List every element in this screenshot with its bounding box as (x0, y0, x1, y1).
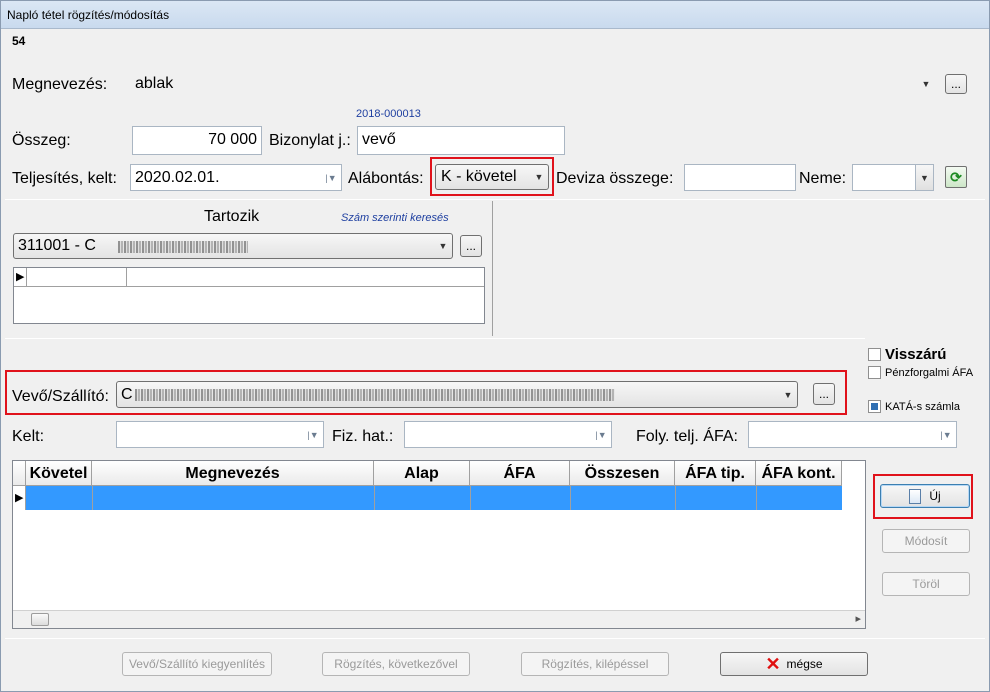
bizonylat-input[interactable]: vevő (357, 126, 565, 155)
new-document-icon (909, 488, 922, 504)
folyteljafa-date-input[interactable]: |▼ (748, 421, 957, 448)
separator (5, 638, 985, 639)
penzforgalmi-checkbox[interactable]: Pénzforgalmi ÁFA (868, 366, 973, 379)
tartozik-account-value: 311001 - C (18, 237, 96, 254)
calendar-dropdown-icon[interactable]: |▼ (593, 422, 609, 447)
row-marker-icon: ▶ (16, 271, 25, 283)
column-header-afa[interactable]: ÁFA (470, 461, 570, 486)
osszeg-label: Összeg: (12, 132, 71, 149)
kata-checkbox-box[interactable] (868, 400, 881, 413)
kata-label: KATÁ-s számla (885, 400, 960, 413)
table-row[interactable]: ▶ (13, 486, 842, 510)
tartozik-grid[interactable]: ▶ (13, 267, 485, 324)
kata-checkbox[interactable]: KATÁ-s számla (868, 400, 960, 413)
alabontas-value: K - követel (441, 168, 517, 185)
megnevezes-browse-button[interactable]: ... (945, 74, 967, 94)
redacted-account-name (118, 241, 248, 253)
tetelek-grid[interactable]: Követel Megnevezés Alap ÁFA Összesen ÁFA… (12, 460, 866, 629)
grid-divider (570, 486, 571, 510)
neme-select[interactable]: ▼ (852, 164, 934, 191)
row-marker-icon: ▶ (13, 486, 26, 510)
partner-select[interactable]: C ▼ (116, 381, 798, 408)
neme-label: Neme: (799, 170, 847, 187)
column-header-megnevezes[interactable]: Megnevezés (92, 461, 374, 486)
redacted-partner-name (135, 389, 615, 401)
visszaru-checkbox-box[interactable] (868, 348, 881, 361)
column-header-osszesen[interactable]: Összesen (570, 461, 675, 486)
teljesites-value: 2020.02.01. (135, 169, 220, 186)
chevron-down-icon: ▼ (534, 172, 544, 182)
megse-button[interactable]: ✕ mégse (720, 652, 868, 676)
column-header-kovetel[interactable]: Követel (26, 461, 92, 486)
deviza-label: Deviza összege: (556, 170, 674, 187)
tartozik-browse-button[interactable]: ... (460, 235, 482, 257)
penzforgalmi-label: Pénzforgalmi ÁFA (885, 366, 974, 379)
tartozik-account-select[interactable]: 311001 - C ▼ (13, 233, 453, 259)
kelt-date-input[interactable]: |▼ (116, 421, 324, 448)
partner-value: C (121, 385, 133, 403)
penzforgalmi-checkbox-box[interactable] (868, 366, 881, 379)
szam-szerinti-kereses-link[interactable]: Szám szerinti keresés (341, 212, 449, 224)
chevron-down-icon: ▼ (438, 241, 448, 251)
selected-row-highlight (26, 486, 842, 510)
fizhat-label: Fiz. hat.: (332, 428, 394, 445)
folyteljafa-label: Foly. telj. ÁFA: (636, 428, 738, 445)
bizonylat-hint: 2018-000013 (356, 108, 421, 120)
osszeg-input[interactable]: 70 000 (132, 126, 262, 155)
modosit-button[interactable]: Módosít (882, 529, 970, 553)
teljesites-label: Teljesítés, kelt: (12, 170, 117, 187)
window-title: Napló tétel rögzítés/módosítás (1, 1, 989, 29)
column-header-afa-tip[interactable]: ÁFA tip. (675, 461, 756, 486)
grid-divider (26, 268, 27, 287)
calendar-dropdown-icon[interactable]: |▼ (323, 165, 339, 190)
scroll-right-icon[interactable]: ▸ (855, 612, 861, 625)
record-number: 54 (12, 34, 26, 48)
horizontal-scrollbar[interactable]: ▸ (13, 610, 865, 628)
refresh-icon[interactable]: ⟳ (945, 166, 967, 188)
uj-button[interactable]: Új (880, 484, 970, 508)
megnevezes-label: Megnevezés: (12, 76, 108, 93)
chevron-down-icon: ▼ (915, 165, 933, 190)
uj-label: Új (929, 489, 941, 503)
alabontas-label: Alábontás: (348, 170, 424, 187)
grid-divider (470, 486, 471, 510)
scrollbar-thumb[interactable] (31, 613, 49, 626)
teljesites-date-input[interactable]: 2020.02.01. |▼ (130, 164, 342, 191)
grid-row-header (13, 461, 26, 486)
rogzites-kovetkezovel-button[interactable]: Rögzítés, következővel (322, 652, 470, 676)
calendar-dropdown-icon[interactable]: |▼ (938, 422, 954, 447)
kelt-label: Kelt: (12, 428, 45, 445)
calendar-dropdown-icon[interactable]: |▼ (305, 422, 321, 447)
separator (5, 199, 985, 200)
tartozik-grid-row[interactable] (14, 268, 484, 287)
torol-button[interactable]: Töröl (882, 572, 970, 596)
megnevezes-value: ablak (135, 75, 174, 92)
grid-divider (675, 486, 676, 510)
grid-divider (126, 268, 127, 287)
grid-divider (374, 486, 375, 510)
chevron-down-icon[interactable]: ▼ (917, 71, 935, 97)
grid-divider (756, 486, 757, 510)
fizhat-date-input[interactable]: |▼ (404, 421, 612, 448)
close-icon: ✕ (765, 654, 781, 674)
rogzites-kilepessel-button[interactable]: Rögzítés, kilépéssel (521, 652, 669, 676)
alabontas-select[interactable]: K - követel ▼ (435, 164, 549, 190)
partner-label: Vevő/Szállító: (12, 388, 109, 405)
megnevezes-combo[interactable]: ablak ▼ (130, 70, 936, 98)
bizonylat-label: Bizonylat j.: (269, 132, 351, 149)
tartozik-title: Tartozik (204, 208, 260, 225)
megse-label: mégse (786, 657, 823, 671)
partner-browse-button[interactable]: ... (813, 383, 835, 405)
column-header-alap[interactable]: Alap (374, 461, 470, 486)
chevron-down-icon: ▼ (783, 389, 793, 400)
column-header-afa-kont[interactable]: ÁFA kont. (756, 461, 842, 486)
kiegyenlites-button[interactable]: Vevő/Szállító kiegyenlítés (122, 652, 272, 676)
visszaru-label: Visszárú (885, 346, 947, 363)
visszaru-checkbox[interactable]: Visszárú (868, 346, 946, 363)
deviza-input[interactable] (684, 164, 796, 191)
separator (5, 338, 865, 339)
grid-divider (92, 486, 93, 510)
